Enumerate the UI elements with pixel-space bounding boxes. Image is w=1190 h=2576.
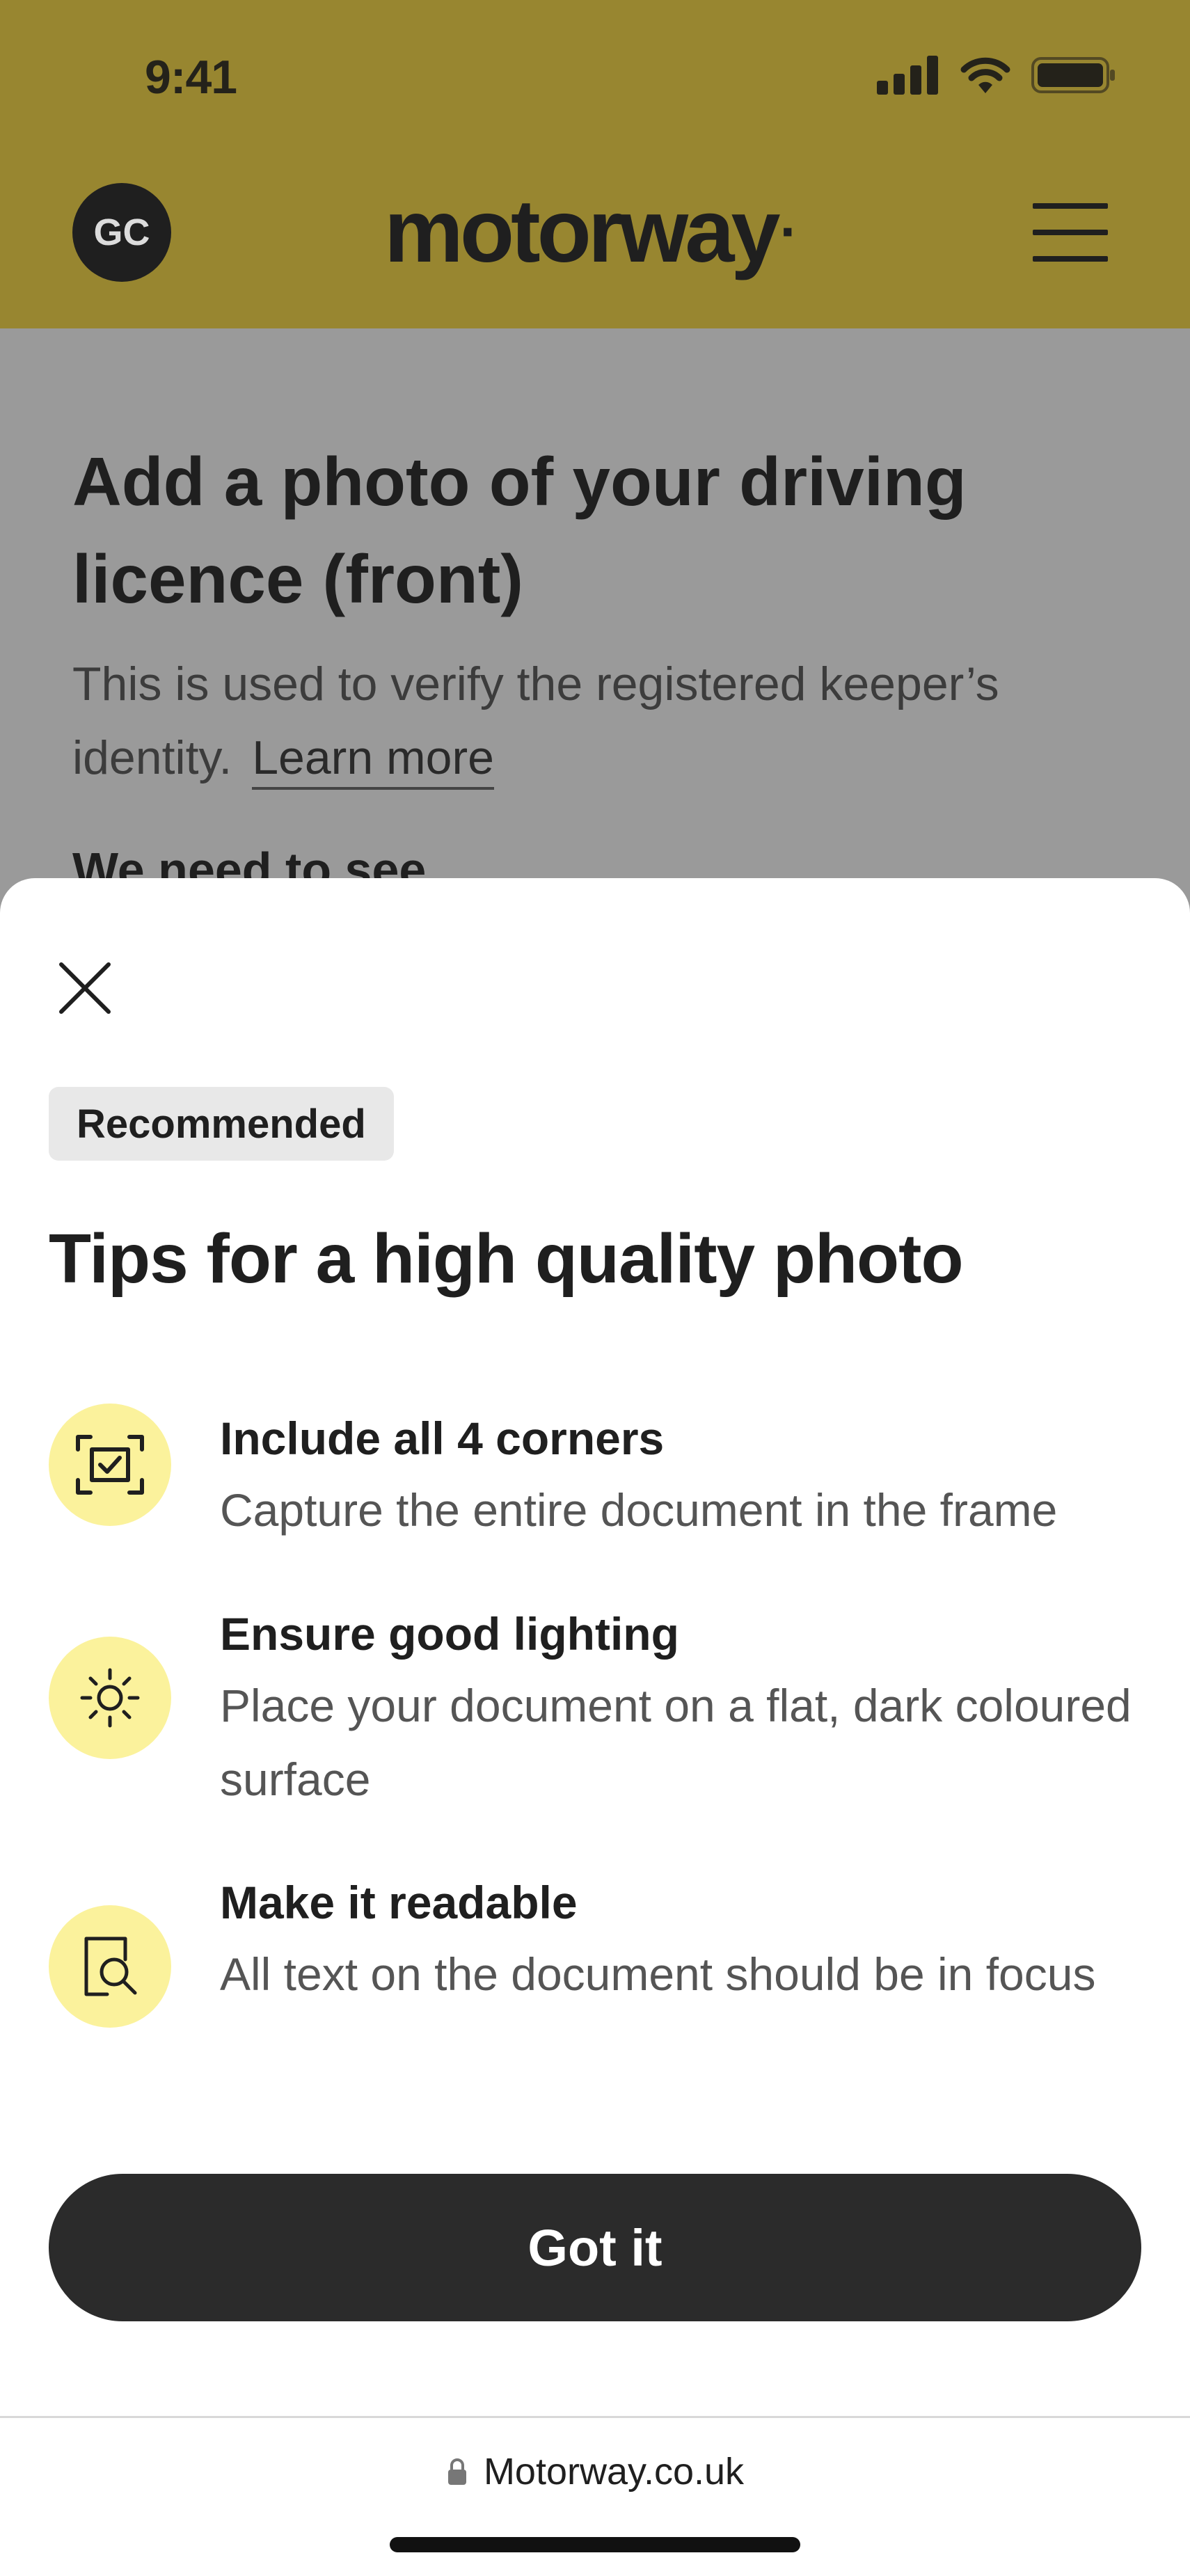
sheet-title: Tips for a high quality photo	[49, 1220, 964, 1298]
tip-text: Ensure good lighting Place your document…	[220, 1599, 1145, 1816]
tip-title: Include all 4 corners	[220, 1413, 665, 1464]
wifi-icon	[960, 57, 1010, 93]
logo-mark: ·	[779, 200, 799, 262]
document-search-icon	[49, 1905, 171, 2028]
logo-text: motorway	[384, 182, 781, 281]
sun-icon	[49, 1637, 171, 1759]
tips-bottom-sheet: Recommended Tips for a high quality phot…	[0, 878, 1190, 2576]
signal-icon	[877, 56, 938, 95]
tip-text: Make it readable All text on the documen…	[220, 1868, 1145, 2011]
menu-icon[interactable]	[1033, 203, 1108, 262]
status-icons	[877, 54, 1116, 96]
close-icon	[59, 962, 111, 1014]
browser-url-bar[interactable]: Motorway.co.uk	[0, 2437, 1190, 2506]
browser-url: Motorway.co.uk	[483, 2451, 745, 2492]
browser-divider	[0, 2416, 1190, 2418]
tip-description: Capture the entire document in the frame	[220, 1484, 1058, 1536]
recommended-badge: Recommended	[49, 1087, 394, 1161]
frame-check-icon	[49, 1404, 171, 1526]
lock-icon	[447, 2458, 466, 2485]
background-content: Add a photo of your driving licence (fro…	[72, 328, 1116, 795]
top-header: 9:41 GC motorway ·	[0, 0, 1190, 328]
battery-icon	[1031, 57, 1115, 93]
got-it-button[interactable]: Got it	[49, 2174, 1141, 2321]
page-description-text: This is used to verify the registered ke…	[72, 658, 999, 784]
close-button[interactable]	[50, 953, 120, 1023]
tip-description: All text on the document should be in fo…	[220, 1948, 1096, 2000]
user-avatar[interactable]: GC	[72, 183, 171, 282]
learn-more-link[interactable]: Learn more	[252, 731, 494, 790]
tip-title: Make it readable	[220, 1877, 578, 1928]
page-title: Add a photo of your driving licence (fro…	[72, 443, 967, 617]
motorway-logo[interactable]: motorway ·	[384, 180, 798, 284]
home-indicator[interactable]	[390, 2537, 800, 2552]
tip-description: Place your document on a flat, dark colo…	[220, 1680, 1132, 1805]
page-description: This is used to verify the registered ke…	[72, 647, 1116, 795]
tip-title: Ensure good lighting	[220, 1608, 679, 1660]
tip-text: Include all 4 corners Capture the entire…	[220, 1404, 1145, 1547]
status-time: 9:41	[145, 51, 237, 104]
